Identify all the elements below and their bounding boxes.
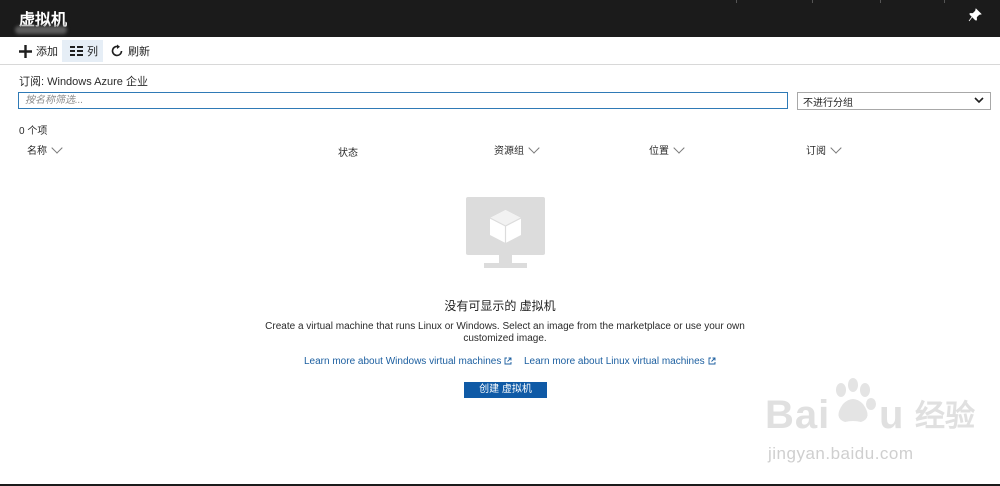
external-link-icon [504,357,512,367]
command-bar: 添加 列 刷新 [0,37,1000,65]
column-header-status[interactable]: 状态 [338,144,358,159]
subscription-label: 订阅: Windows Azure 企业 [19,76,148,88]
column-header-label: 位置 [649,146,669,157]
column-header-label: 状态 [338,148,358,159]
column-header-label: 资源组 [494,146,524,157]
empty-state-description: Create a virtual machine that runs Linux… [265,321,745,344]
chevron-down-icon [974,95,984,108]
external-link-icon [708,357,716,367]
column-header-label: 订阅 [806,146,826,157]
add-button[interactable]: 添加 [17,40,58,62]
link-label: Learn more about Windows virtual machine… [304,356,502,367]
columns-label: 列 [87,46,98,58]
column-header-resource-group[interactable]: 资源组 [494,141,540,157]
columns-button[interactable]: 列 [62,40,103,62]
grouping-selected-value: 不进行分组 [803,97,853,109]
tab-divider [880,0,881,3]
svg-text:Bai: Bai [765,393,830,437]
learn-more-linux-link[interactable]: Learn more about Linux virtual machines [524,356,716,367]
sort-chevron-icon [528,141,540,154]
grouping-dropdown[interactable]: 不进行分组 [797,92,991,110]
plus-icon [17,43,33,59]
blurred-subtitle [15,26,67,34]
sort-chevron-icon [51,141,63,154]
sort-chevron-icon [830,141,842,154]
empty-state-title: 没有可显示的 虚拟机 [444,299,556,313]
filter-by-name-input[interactable] [18,92,788,109]
watermark-url: jingyan.baidu.com [768,444,914,463]
tab-divider [812,0,813,3]
link-label: Learn more about Linux virtual machines [524,356,705,367]
refresh-label: 刷新 [128,46,150,58]
column-header-name[interactable]: 名称 [27,141,63,157]
tab-divider [944,0,945,3]
add-label: 添加 [36,46,58,58]
tab-divider [736,0,737,3]
column-header-label: 名称 [27,146,47,157]
column-header-location[interactable]: 位置 [649,141,685,157]
refresh-icon [109,43,125,59]
learn-more-windows-link[interactable]: Learn more about Windows virtual machine… [304,356,512,367]
svg-text:u: u [879,393,903,437]
pin-icon[interactable] [967,8,983,24]
item-count: 0 个项 [19,126,48,137]
columns-icon [68,43,84,59]
virtual-machine-icon [466,197,545,269]
title-bar: 虚拟机 [0,0,1000,37]
column-header-subscription[interactable]: 订阅 [806,141,842,157]
create-vm-button[interactable]: 创建 虚拟机 [464,382,547,398]
svg-text:经验: 经验 [915,399,975,434]
refresh-button[interactable]: 刷新 [109,40,150,62]
sort-chevron-icon [673,141,685,154]
